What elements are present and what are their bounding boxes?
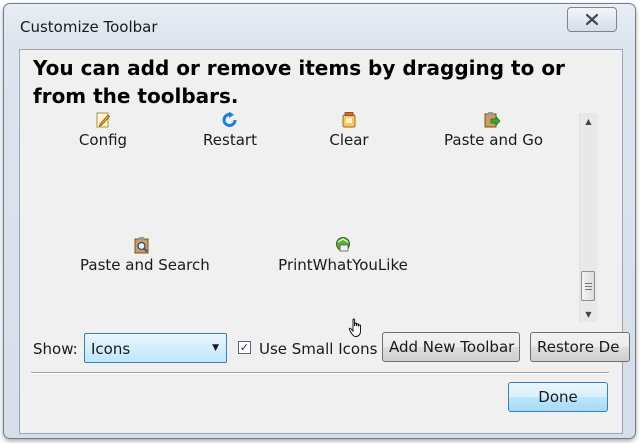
paste-and-search-icon [134,237,149,254]
arrow-down-icon: ▼ [585,309,592,319]
clear-jar-icon [342,112,356,128]
config-pencil-icon [96,112,111,128]
scroll-down-button[interactable]: ▼ [580,306,597,322]
toolbar-item-palette: Config Restart Clear Paste and Go Paste … [20,108,600,326]
palette-scrollbar[interactable]: ▲ ▼ [579,113,597,322]
scrollbar-thumb[interactable] [581,271,595,301]
instructions-text: You can add or remove items by dragging … [33,56,565,108]
palette-item-paste-and-go[interactable]: Paste and Go [444,111,544,149]
use-small-icons-checkbox[interactable]: ✓ [238,341,251,354]
palette-item-label: Config [78,131,128,149]
window-title: Customize Toolbar [20,18,158,36]
palette-item-label: Clear [329,131,369,149]
footer-divider [31,372,609,374]
arrow-up-icon: ▲ [585,116,592,126]
paste-and-go-icon [484,112,501,128]
show-dropdown[interactable]: Icons ▼ [84,333,227,363]
palette-item-clear[interactable]: Clear [329,111,369,149]
customize-toolbar-dialog: Customize Toolbar You can add or remove … [3,3,636,439]
close-button[interactable] [567,7,617,32]
restore-default-set-button[interactable]: Restore De [530,332,630,362]
printwhatyoulike-icon [336,237,350,252]
options-row: Show: Icons ▼ ✓ Use Small Icons Add New … [20,330,630,366]
restart-arrow-icon [222,111,237,127]
chevron-down-icon: ▼ [212,343,219,353]
palette-item-label: Paste and Search [80,256,210,274]
palette-item-config[interactable]: Config [76,111,130,149]
palette-item-label: PrintWhatYouLike [278,256,408,274]
use-small-icons-label[interactable]: Use Small Icons [259,340,377,358]
show-label: Show: [33,340,78,358]
palette-item-restart[interactable]: Restart [203,111,257,149]
palette-item-label: Restart [203,131,257,149]
done-button[interactable]: Done [508,382,608,412]
close-icon [586,14,598,25]
scroll-up-button[interactable]: ▲ [580,113,597,129]
show-dropdown-value: Icons [91,340,131,358]
add-new-toolbar-button[interactable]: Add New Toolbar [382,332,520,362]
dialog-client-area: You can add or remove items by dragging … [19,49,630,434]
palette-item-paste-and-search[interactable]: Paste and Search [80,236,210,274]
palette-item-printwhatyoulike[interactable]: PrintWhatYouLike [278,236,408,274]
palette-item-label: Paste and Go [444,131,544,149]
